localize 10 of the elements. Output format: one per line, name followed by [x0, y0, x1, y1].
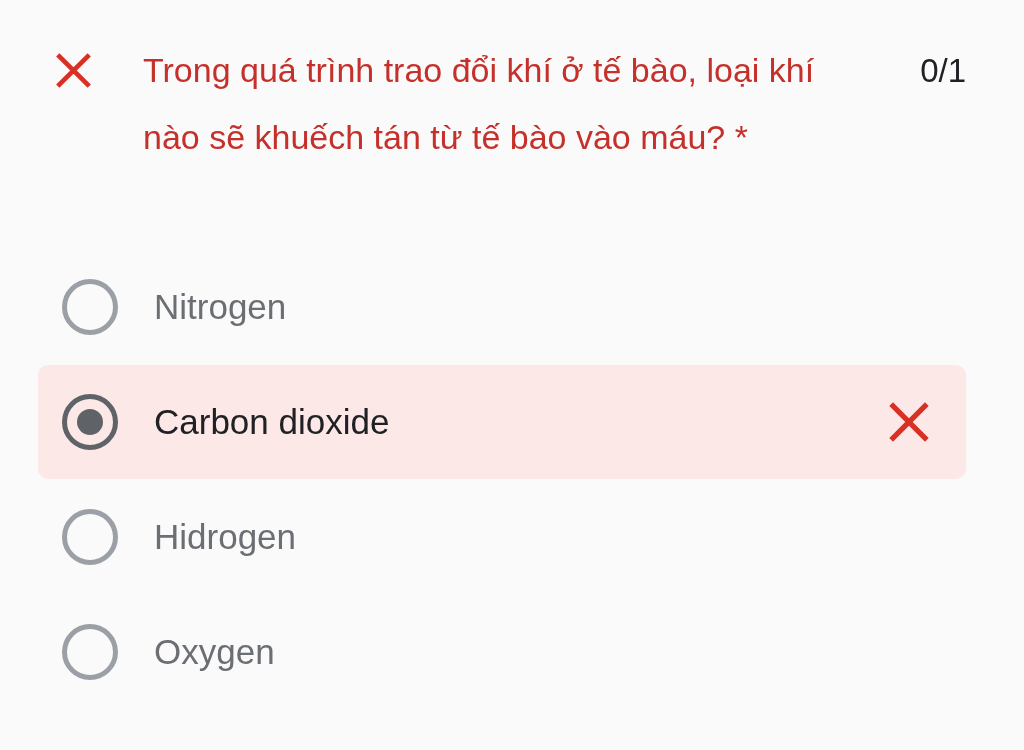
radio-button[interactable]: [62, 509, 118, 565]
option-label: Carbon dioxide: [154, 402, 390, 442]
option-label: Oxygen: [154, 632, 275, 672]
question-text: Trong quá trình trao đổi khí ở tế bào, loại khí nào sẽ khuếch tán từ tế bào vào máu? *: [143, 50, 816, 158]
option-label: Nitrogen: [154, 287, 287, 327]
radio-button[interactable]: [62, 279, 118, 335]
radio-button[interactable]: [62, 624, 118, 680]
option-label: Hidrogen: [154, 517, 297, 557]
radio-button[interactable]: [62, 394, 118, 450]
score-text: 0/1: [920, 51, 966, 91]
